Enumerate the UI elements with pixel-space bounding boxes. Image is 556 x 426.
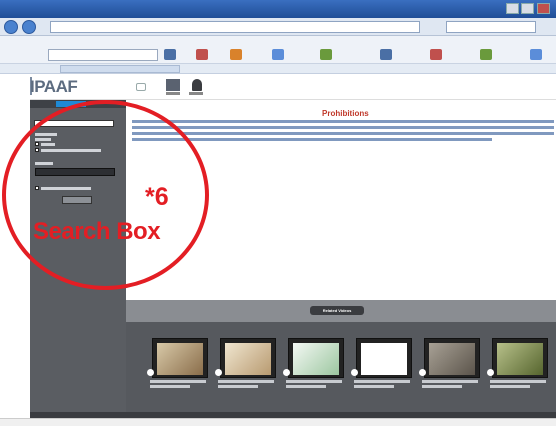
minimize-button[interactable] — [506, 3, 519, 14]
videos-panel: Related Videos — [126, 300, 556, 412]
browser-menu-bar — [0, 36, 556, 46]
video-thumbnail[interactable] — [215, 338, 276, 378]
videos-title: Related Videos — [310, 306, 364, 315]
video-caption — [218, 385, 258, 388]
video-number-badge — [487, 369, 494, 376]
search-option-label — [41, 149, 101, 152]
maximize-button[interactable] — [521, 3, 534, 14]
toolbar-search-field[interactable] — [48, 49, 158, 61]
browser-search-field[interactable] — [446, 21, 536, 33]
video-thumbnail[interactable] — [147, 338, 208, 378]
callout-label: Search Box — [33, 218, 161, 245]
browser-status-bar — [0, 418, 556, 426]
video-caption[interactable] — [150, 380, 206, 383]
sidebar — [30, 100, 126, 412]
video-caption — [422, 385, 462, 388]
video-number-badge — [283, 369, 290, 376]
video-caption — [286, 385, 326, 388]
forward-icon[interactable] — [22, 20, 36, 34]
sidebar-tab-active[interactable] — [56, 101, 86, 107]
profile-nav-label[interactable] — [189, 92, 203, 95]
search-option-checkbox[interactable] — [35, 148, 39, 152]
body-text-line — [132, 126, 554, 129]
toolbar-search-icon[interactable] — [164, 49, 176, 60]
address-field[interactable] — [50, 21, 420, 33]
video-caption — [490, 385, 530, 388]
video-caption — [354, 385, 394, 388]
left-margin — [0, 75, 30, 418]
profile-icon[interactable] — [192, 79, 202, 91]
body-text-line — [132, 138, 492, 141]
browser-toolbar — [0, 46, 556, 64]
body-text-line — [132, 132, 554, 135]
toolbar-icon[interactable] — [196, 49, 208, 60]
browser-tab[interactable] — [60, 65, 180, 73]
video-caption — [150, 385, 190, 388]
search-input[interactable] — [34, 120, 114, 127]
browser-title-bar — [0, 0, 556, 18]
callout-number: *6 — [145, 183, 169, 211]
toolbar-icon[interactable] — [380, 49, 392, 60]
video-number-badge — [351, 369, 358, 376]
toolbar-icon[interactable] — [480, 49, 492, 60]
main-content: Prohibitions — [126, 100, 556, 300]
search-option-checkbox[interactable] — [35, 142, 39, 146]
filter-select[interactable] — [35, 168, 115, 176]
advanced-label — [41, 187, 91, 190]
videos-icon[interactable] — [166, 79, 180, 91]
video-caption[interactable] — [286, 380, 342, 383]
body-text-line — [132, 120, 554, 123]
sidebar-tabs — [30, 100, 126, 108]
home-icon[interactable] — [136, 83, 146, 91]
video-number-badge — [419, 369, 426, 376]
search-in-label — [35, 133, 57, 136]
search-option-label — [41, 143, 55, 146]
videos-nav-label[interactable] — [166, 92, 180, 95]
video-caption[interactable] — [422, 380, 478, 383]
favorites-bar — [0, 64, 556, 74]
advanced-checkbox[interactable] — [35, 186, 39, 190]
toolbar-icon[interactable] — [430, 49, 442, 60]
search-button[interactable] — [62, 196, 92, 204]
search-option-label — [35, 138, 51, 141]
toolbar-icon[interactable] — [530, 49, 542, 60]
video-caption[interactable] — [354, 380, 410, 383]
toolbar-icon[interactable] — [230, 49, 242, 60]
toolbar-icon[interactable] — [320, 49, 332, 60]
video-thumbnail[interactable] — [487, 338, 548, 378]
video-thumbnail[interactable] — [283, 338, 344, 378]
video-number-badge — [215, 369, 222, 376]
filter-label — [35, 162, 53, 165]
close-button[interactable] — [537, 3, 550, 14]
address-bar-row — [0, 18, 556, 36]
video-thumbnail[interactable] — [351, 338, 412, 378]
site-logo[interactable]: IPAAF — [30, 77, 78, 97]
video-number-badge — [147, 369, 154, 376]
video-caption[interactable] — [218, 380, 274, 383]
video-caption[interactable] — [490, 380, 546, 383]
app-header: IPAAF — [0, 75, 556, 100]
back-icon[interactable] — [4, 20, 18, 34]
toolbar-icon[interactable] — [272, 49, 284, 60]
video-thumbnail[interactable] — [419, 338, 480, 378]
page-heading: Prohibitions — [322, 109, 369, 118]
